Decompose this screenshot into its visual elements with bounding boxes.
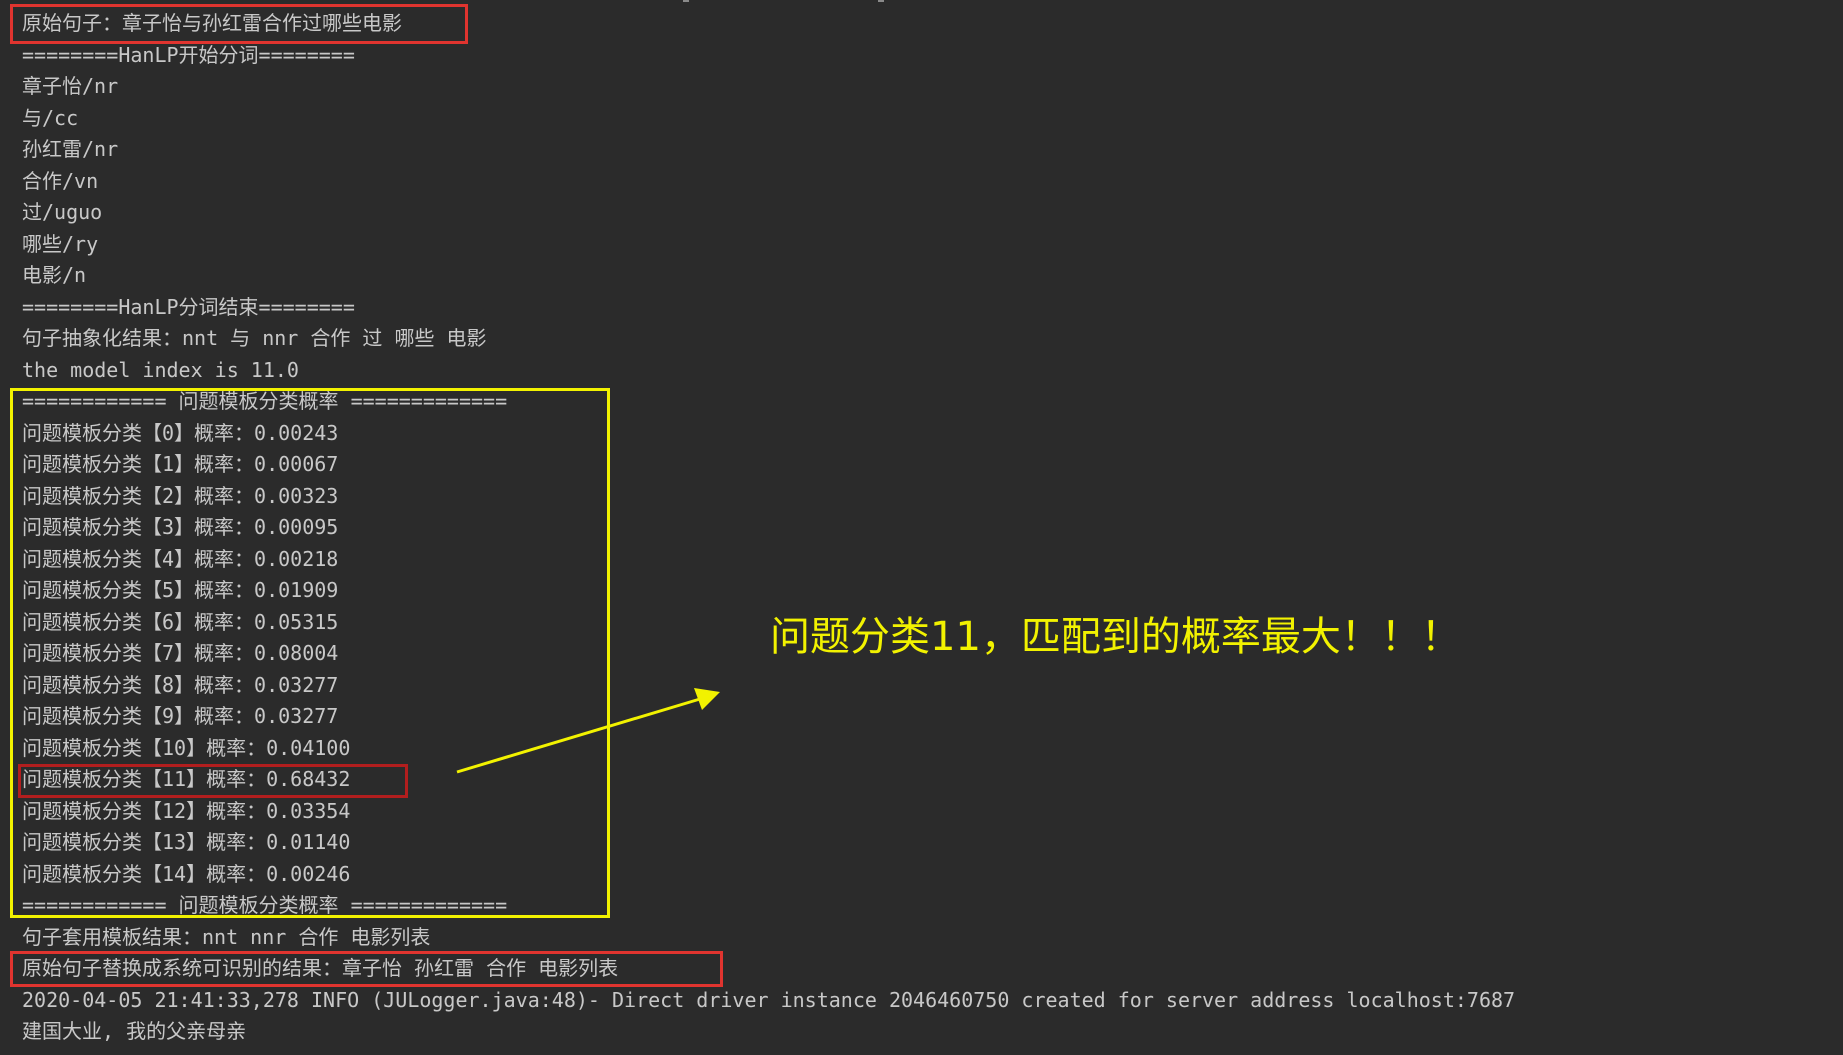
console-line-probability: 问题模板分类【1】概率：0.00067 <box>22 452 339 476</box>
console-line-original-sentence: 原始句子：章子怡与孙红雷合作过哪些电影 <box>22 11 402 35</box>
console-line-probability: 问题模板分类【4】概率：0.00218 <box>22 546 339 571</box>
console-line-token: 合作/vn <box>22 168 99 193</box>
annotation-text: 问题分类11，匹配到的概率最大！！！ <box>770 614 1461 660</box>
top-divider-mark <box>878 0 884 2</box>
console-line-token: 电影/n <box>22 263 87 287</box>
console-line-replaced-result: 原始句子替换成系统可识别的结果：章子怡 孙红雷 合作 电影列表 <box>22 956 619 980</box>
console-line-probability: 问题模板分类【10】概率：0.04100 <box>22 735 351 760</box>
console-line-segmentation-end: ========HanLP分词结束======== <box>22 294 355 319</box>
console-line-token: 章子怡/nr <box>22 74 119 98</box>
console-line-probability: 问题模板分类【8】概率：0.03277 <box>22 672 339 697</box>
console-line-probability: 问题模板分类【9】概率：0.03277 <box>22 704 339 728</box>
console-output[interactable]: 原始句子：章子怡与孙红雷合作过哪些电影 ========HanLP开始分词===… <box>0 0 1843 1055</box>
top-divider-mark <box>683 0 689 2</box>
console-line-abstract-result: 句子抽象化结果：nnt 与 nnr 合作 过 哪些 电影 <box>22 326 487 350</box>
console-line-template-result: 句子套用模板结果：nnt nnr 合作 电影列表 <box>22 924 431 949</box>
console-line-token: 孙红雷/nr <box>22 137 119 161</box>
console-line-log-info: 2020-04-05 21:41:33,278 INFO (JULogger.j… <box>22 987 1516 1012</box>
console-line-probability: 问题模板分类【12】概率：0.03354 <box>22 798 351 823</box>
console-line-probability: 问题模板分类【13】概率：0.01140 <box>22 830 351 854</box>
console-line-probability: 问题模板分类【3】概率：0.00095 <box>22 515 339 539</box>
console-line-token: 过/uguo <box>22 200 103 224</box>
console-line-model-index: the model index is 11.0 <box>22 357 299 382</box>
console-line-probability: 问题模板分类【6】概率：0.05315 <box>22 609 339 634</box>
console-line-segmentation-start: ========HanLP开始分词======== <box>22 42 355 67</box>
console-line-probability: 问题模板分类【14】概率：0.00246 <box>22 861 351 886</box>
console-line-probability: 问题模板分类【2】概率：0.00323 <box>22 483 339 508</box>
console-line-token: 哪些/ry <box>22 231 99 256</box>
console-line-probability: 问题模板分类【0】概率：0.00243 <box>22 420 339 445</box>
console-line-probability: 问题模板分类【7】概率：0.08004 <box>22 641 339 665</box>
console-line-token: 与/cc <box>22 105 79 130</box>
console-line-probability: 问题模板分类【5】概率：0.01909 <box>22 578 339 602</box>
console-line-probability-header: ============ 问题模板分类概率 ============= <box>22 389 508 413</box>
console-line-probability-footer: ============ 问题模板分类概率 ============= <box>22 893 508 917</box>
console-line-probability-max: 问题模板分类【11】概率：0.68432 <box>22 767 351 791</box>
console-line-query-result: 建国大业, 我的父亲母亲 <box>22 1019 247 1043</box>
